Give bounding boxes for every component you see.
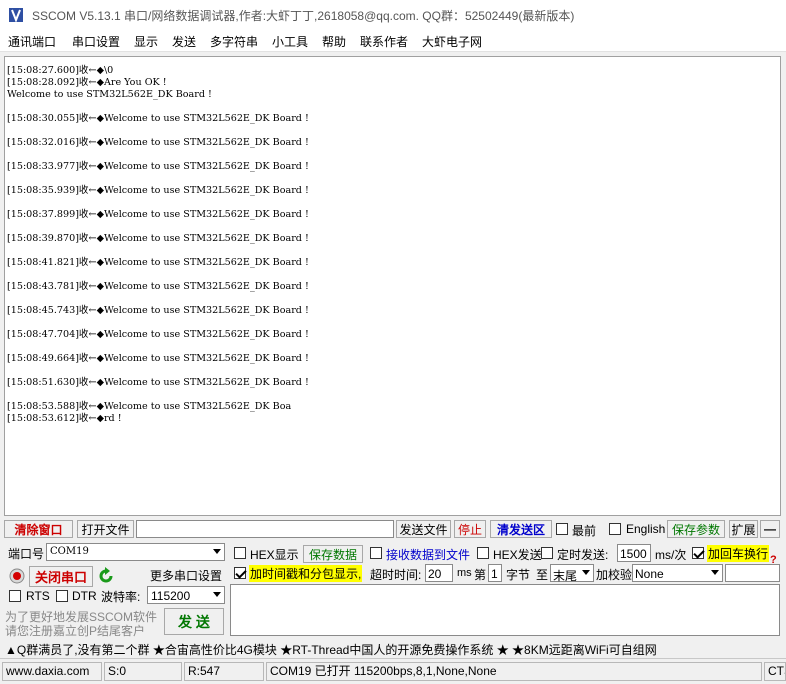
stop-button[interactable]: 停止 [454, 520, 486, 538]
menu-comm-port[interactable]: 通讯端口 [8, 33, 56, 50]
window-title: SSCOM V5.13.1 串口/网络数据调试器,作者:大虾丁丁,2618058… [32, 9, 575, 23]
interval-unit: ms/次 [655, 548, 687, 562]
hex-send-label: HEX发送 [493, 548, 542, 562]
ad-text[interactable]: ▲Q群满员了,没有第二个群 ★合宙高性价比4G模块 ★RT-Thread中国人的… [5, 641, 657, 658]
status-site[interactable]: www.daxia.com [2, 662, 102, 681]
status-recv-count: R:547 [184, 662, 264, 681]
topmost-checkbox[interactable] [556, 523, 568, 535]
menu-serial-settings[interactable]: 串口设置 [72, 33, 120, 50]
send-button[interactable]: 发 送 [164, 608, 224, 635]
clear-window-button[interactable]: 清除窗口 [4, 520, 73, 538]
menu-display[interactable]: 显示 [134, 33, 158, 50]
status-cts: CTS [764, 662, 786, 681]
menu-daxia-site[interactable]: 大虾电子网 [422, 33, 482, 50]
menu-send[interactable]: 发送 [172, 33, 196, 50]
recv-to-file-checkbox[interactable] [370, 547, 382, 559]
save-params-button[interactable]: 保存参数 [667, 520, 725, 538]
save-data-button[interactable]: 保存数据 [303, 545, 363, 563]
checksum-result-input[interactable] [725, 564, 780, 582]
byte-prefix: 第 [474, 568, 487, 582]
send-file-button[interactable]: 发送文件 [396, 520, 451, 538]
topmost-label: 最前 [572, 524, 597, 538]
port-value: COM19 [50, 546, 89, 557]
timeout-unit: ms [457, 567, 472, 579]
recv-to-file-label: 接收数据到文件 [386, 548, 471, 562]
status-port-info: COM19 已打开 115200bps,8,1,None,None [266, 662, 762, 681]
english-checkbox[interactable] [609, 523, 621, 535]
menu-tools[interactable]: 小工具 [272, 33, 308, 50]
menu-bar: 通讯端口 串口设置 显示 发送 多字符串 小工具 帮助 联系作者 大虾电子网 [0, 30, 786, 52]
hex-display-label: HEX显示 [250, 548, 299, 562]
promo-line-2: 请您注册嘉立创P结尾客户 [5, 624, 146, 638]
expand-button[interactable]: 扩展 [729, 520, 758, 538]
port-select[interactable]: COM19 [46, 543, 225, 561]
menu-contact-author[interactable]: 联系作者 [360, 33, 408, 50]
file-path-input[interactable] [136, 520, 394, 538]
refresh-icon[interactable] [97, 567, 115, 585]
hex-display-checkbox[interactable] [234, 547, 246, 559]
more-settings-link[interactable]: 更多串口设置 [150, 567, 222, 584]
chevron-down-icon [582, 570, 590, 575]
checksum-select[interactable]: None [632, 564, 723, 582]
baud-select[interactable]: 115200 [147, 586, 225, 604]
receive-text: [15:08:27.600]收←◆\0 [15:08:28.092]收←◆Are… [7, 65, 309, 424]
byte-index-input[interactable]: 1 [488, 564, 502, 582]
send-input[interactable] [230, 584, 780, 636]
app-icon [9, 8, 23, 23]
english-label: English [626, 522, 666, 536]
collapse-button[interactable]: — [760, 520, 780, 538]
menu-multi-string[interactable]: 多字符串 [210, 33, 258, 50]
timeout-label: 超时时间: [370, 568, 422, 582]
to-value: 末尾 [553, 569, 578, 583]
timeout-input[interactable]: 20 [425, 564, 453, 582]
menu-help[interactable]: 帮助 [322, 33, 346, 50]
open-file-button[interactable]: 打开文件 [77, 520, 134, 538]
timed-send-checkbox[interactable] [541, 547, 553, 559]
port-label: 端口号 [8, 547, 45, 561]
rts-checkbox[interactable] [9, 590, 21, 602]
baud-value: 115200 [151, 589, 191, 603]
timestamp-checkbox[interactable] [234, 567, 246, 579]
timestamp-label: 加时间戳和分包显示, [249, 565, 363, 582]
receive-area[interactable]: [15:08:27.600]收←◆\0 [15:08:28.092]收←◆Are… [4, 56, 781, 516]
timed-send-label: 定时发送: [557, 548, 609, 562]
byte-unit: 字节 [506, 568, 531, 582]
hex-send-checkbox[interactable] [477, 547, 489, 559]
chevron-down-icon [213, 549, 221, 554]
rts-label: RTS [26, 589, 50, 603]
dtr-label: DTR [72, 589, 97, 603]
chevron-down-icon [711, 570, 719, 575]
baud-label: 波特率: [101, 590, 141, 604]
checksum-value: None [635, 567, 664, 581]
to-label: 至 [536, 568, 549, 582]
chevron-down-icon [213, 592, 221, 597]
add-crlf-label: 加回车换行 [707, 545, 770, 562]
status-sent-count: S:0 [104, 662, 182, 681]
port-status-icon [9, 568, 25, 584]
clear-send-button[interactable]: 清发送区 [490, 520, 552, 538]
interval-input[interactable]: 1500 [617, 544, 651, 562]
title-bar: SSCOM V5.13.1 串口/网络数据调试器,作者:大虾丁丁,2618058… [0, 0, 786, 30]
status-bar: www.daxia.com S:0 R:547 COM19 已打开 115200… [0, 658, 786, 684]
close-port-button[interactable]: 关闭串口 [29, 566, 93, 587]
checksum-label: 加校验 [596, 568, 633, 582]
ad-bar[interactable]: ▲Q群满员了,没有第二个群 ★合宙高性价比4G模块 ★RT-Thread中国人的… [0, 638, 786, 658]
add-crlf-checkbox[interactable] [692, 547, 704, 559]
to-select[interactable]: 末尾 [550, 564, 594, 583]
dtr-checkbox[interactable] [56, 590, 68, 602]
